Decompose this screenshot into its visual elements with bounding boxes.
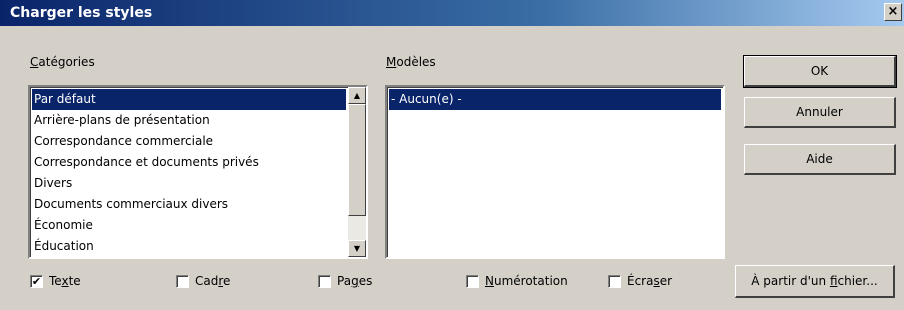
model-item[interactable]: - Aucun(e) - bbox=[389, 89, 721, 110]
checkbox-box[interactable]: ✔ bbox=[30, 274, 43, 288]
numbering-checkbox[interactable]: Numérotation bbox=[466, 273, 568, 289]
categories-listbox[interactable]: Par défaut Arrière-plans de présentation C… bbox=[28, 85, 368, 259]
category-item[interactable]: Correspondance et documents privés bbox=[32, 152, 346, 173]
category-item[interactable]: Divers bbox=[32, 173, 346, 194]
checkbox-box[interactable] bbox=[608, 274, 621, 288]
frame-checkbox[interactable]: Cadre bbox=[176, 273, 230, 289]
title-bar: Charger les styles × bbox=[0, 0, 904, 26]
checkbox-label: Pages bbox=[337, 274, 373, 288]
overwrite-checkbox[interactable]: Écraser bbox=[608, 273, 672, 289]
categories-scrollbar[interactable]: ▲ ▼ bbox=[348, 87, 366, 257]
models-list: - Aucun(e) - bbox=[389, 89, 721, 110]
categories-label: Catégories bbox=[30, 55, 95, 69]
checkbox-box[interactable] bbox=[466, 274, 479, 288]
from-file-button[interactable]: À partir d'un fichier... bbox=[735, 265, 895, 298]
cancel-button[interactable]: Annuler bbox=[744, 97, 896, 128]
scroll-down-icon[interactable]: ▼ bbox=[348, 240, 366, 257]
category-item[interactable]: Éducation bbox=[32, 236, 346, 257]
checkbox-box[interactable] bbox=[176, 274, 189, 288]
checkbox-label: Écraser bbox=[627, 274, 673, 288]
window-title: Charger les styles bbox=[10, 5, 153, 21]
close-icon[interactable]: × bbox=[884, 3, 902, 21]
category-item[interactable]: Documents commerciaux divers bbox=[32, 194, 346, 215]
checkbox-label: Numérotation bbox=[485, 274, 568, 288]
models-listbox[interactable]: - Aucun(e) - bbox=[385, 85, 725, 259]
category-item[interactable]: Par défaut bbox=[32, 89, 346, 110]
text-checkbox[interactable]: ✔ Texte bbox=[30, 273, 81, 289]
checkbox-label: Cadre bbox=[195, 274, 231, 288]
ok-button[interactable]: OK bbox=[743, 55, 897, 88]
scrollbar-thumb[interactable] bbox=[348, 104, 366, 216]
category-item[interactable]: Économie bbox=[32, 215, 346, 236]
models-label: Modèles bbox=[386, 55, 436, 69]
checkbox-box[interactable] bbox=[318, 274, 331, 288]
checkbox-label: Texte bbox=[49, 274, 81, 288]
category-item[interactable]: Correspondance commerciale bbox=[32, 131, 346, 152]
categories-list: Par défaut Arrière-plans de présentation C… bbox=[32, 89, 346, 257]
scroll-up-icon[interactable]: ▲ bbox=[348, 87, 366, 104]
pages-checkbox[interactable]: Pages bbox=[318, 273, 372, 289]
check-mark-icon: ✔ bbox=[31, 274, 42, 288]
category-item[interactable]: Arrière-plans de présentation bbox=[32, 110, 346, 131]
help-button[interactable]: Aide bbox=[744, 144, 896, 175]
